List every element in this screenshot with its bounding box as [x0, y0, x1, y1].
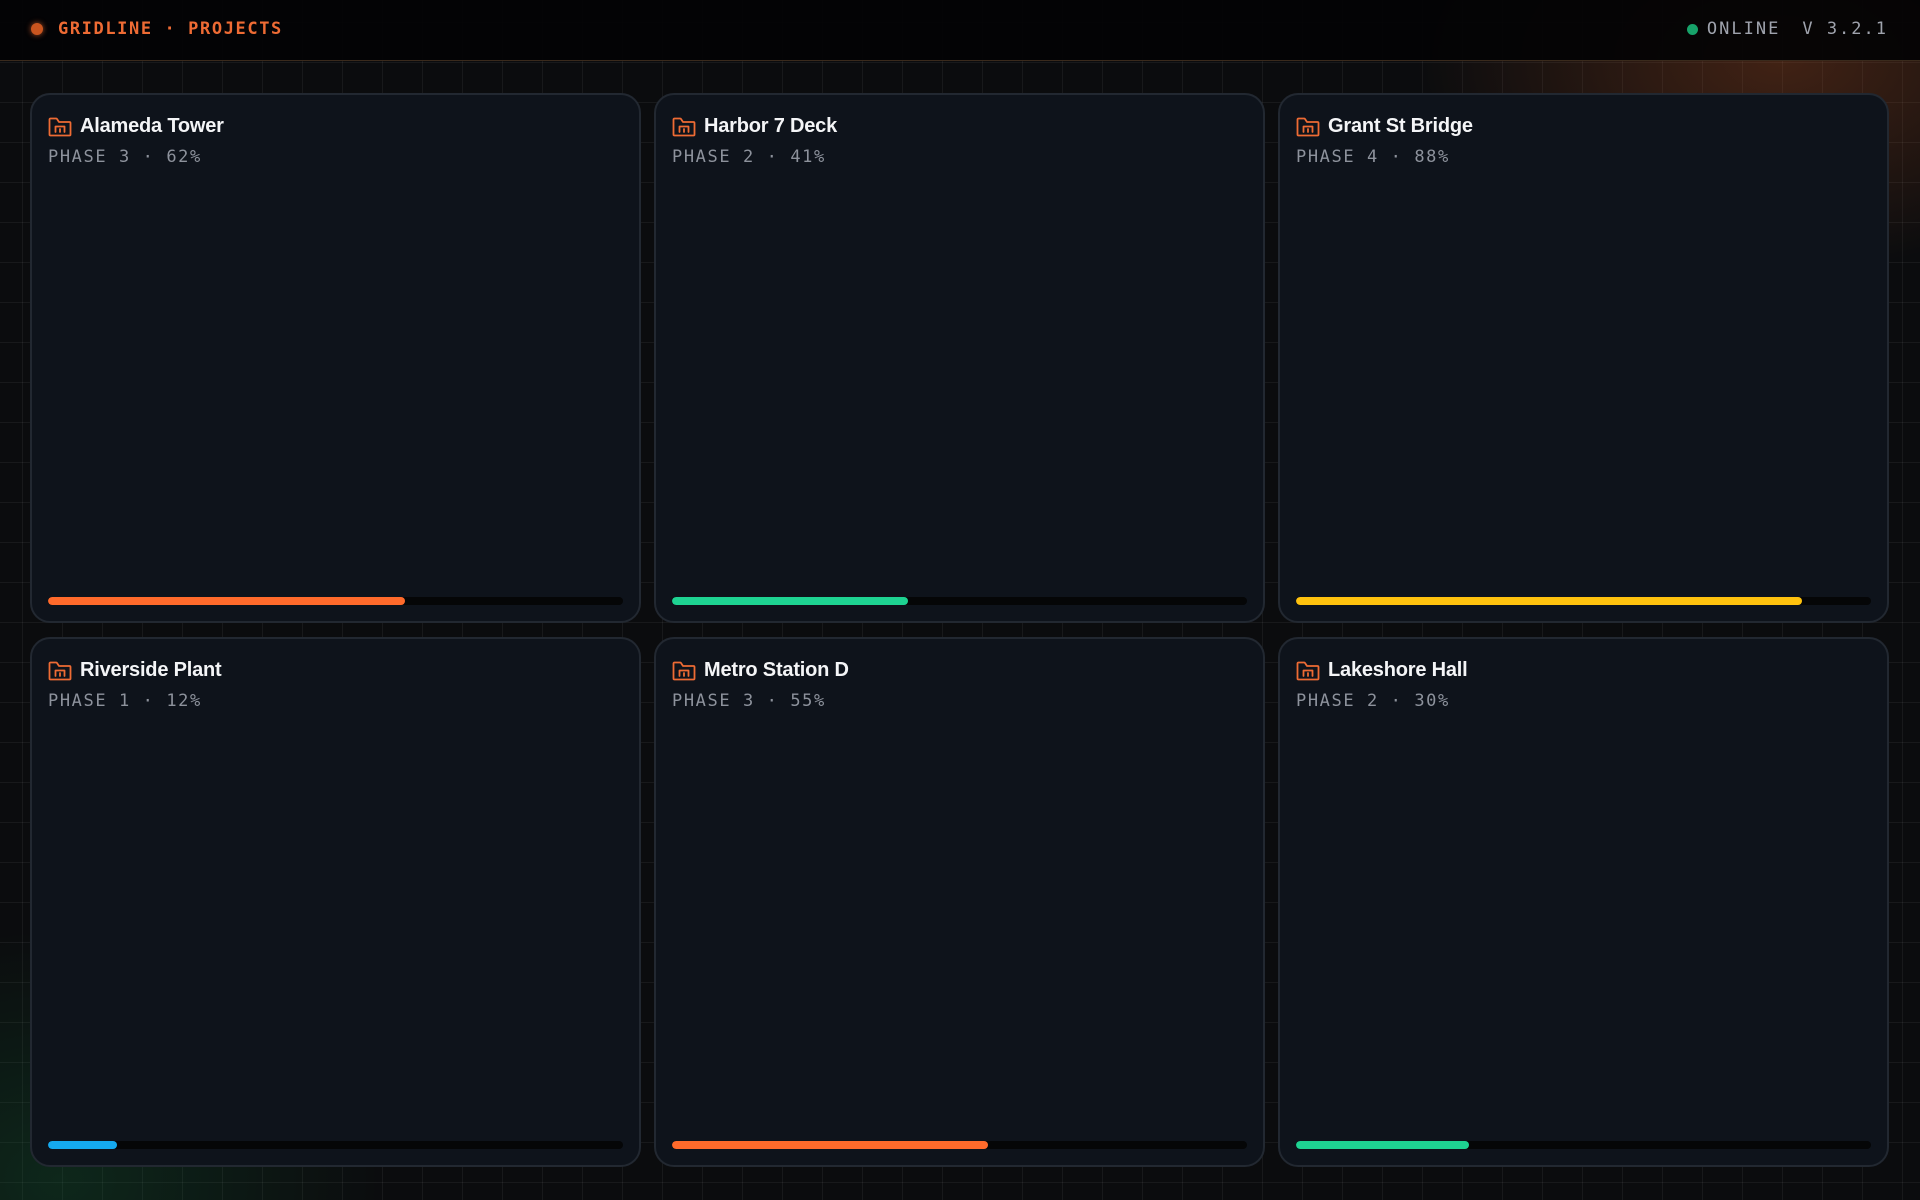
project-grid: Alameda Tower PHASE 3 · 62% Harbor 7 Dec…	[30, 93, 1889, 1167]
project-phase: PHASE 2 · 30%	[1296, 691, 1450, 711]
folder-icon	[48, 661, 72, 681]
progress-bar	[48, 597, 623, 605]
brand: GRIDLINE · PROJECTS	[31, 19, 283, 39]
project-name: Alameda Tower	[80, 115, 224, 137]
progress-fill	[672, 597, 908, 605]
brand-title: GRIDLINE · PROJECTS	[58, 19, 283, 39]
project-card[interactable]: Metro Station D PHASE 3 · 55%	[654, 637, 1265, 1167]
project-card[interactable]: Lakeshore Hall PHASE 2 · 30%	[1278, 637, 1889, 1167]
project-name: Metro Station D	[704, 659, 849, 681]
progress-bar	[672, 597, 1247, 605]
folder-icon	[48, 117, 72, 137]
online-status-icon	[1686, 23, 1698, 35]
project-phase: PHASE 2 · 41%	[672, 147, 826, 167]
project-name: Riverside Plant	[80, 659, 222, 681]
system-status: ONLINE V 3.2.1	[1686, 19, 1888, 39]
progress-bar	[1296, 1141, 1871, 1149]
folder-icon	[1296, 117, 1320, 137]
project-card[interactable]: Grant St Bridge PHASE 4 · 88%	[1278, 93, 1889, 623]
project-phase: PHASE 3 · 62%	[48, 147, 202, 167]
project-name: Grant St Bridge	[1328, 115, 1473, 137]
project-phase: PHASE 1 · 12%	[48, 691, 202, 711]
project-card[interactable]: Riverside Plant PHASE 1 · 12%	[30, 637, 641, 1167]
progress-bar	[672, 1141, 1247, 1149]
status-label: ONLINE	[1706, 19, 1781, 39]
project-card[interactable]: Alameda Tower PHASE 3 · 62%	[30, 93, 641, 623]
progress-bar	[1296, 597, 1871, 605]
project-name: Harbor 7 Deck	[704, 115, 838, 137]
brand-dot-icon	[31, 23, 43, 35]
progress-fill	[672, 1141, 989, 1149]
top-bar: GRIDLINE · PROJECTS ONLINE V 3.2.1	[0, 0, 1920, 61]
progress-fill	[48, 597, 405, 605]
project-name: Lakeshore Hall	[1328, 659, 1468, 681]
folder-icon	[672, 117, 696, 137]
folder-icon	[1296, 661, 1320, 681]
app-page: GRIDLINE · PROJECTS ONLINE V 3.2.1 Alame…	[0, 0, 1920, 1200]
project-phase: PHASE 4 · 88%	[1296, 147, 1450, 167]
project-card[interactable]: Harbor 7 Deck PHASE 2 · 41%	[654, 93, 1265, 623]
progress-fill	[48, 1141, 117, 1149]
project-phase: PHASE 3 · 55%	[672, 691, 826, 711]
progress-fill	[1296, 597, 1802, 605]
progress-bar	[48, 1141, 623, 1149]
folder-icon	[672, 661, 696, 681]
version-label: V 3.2.1	[1802, 19, 1888, 39]
progress-fill	[1296, 1141, 1469, 1149]
